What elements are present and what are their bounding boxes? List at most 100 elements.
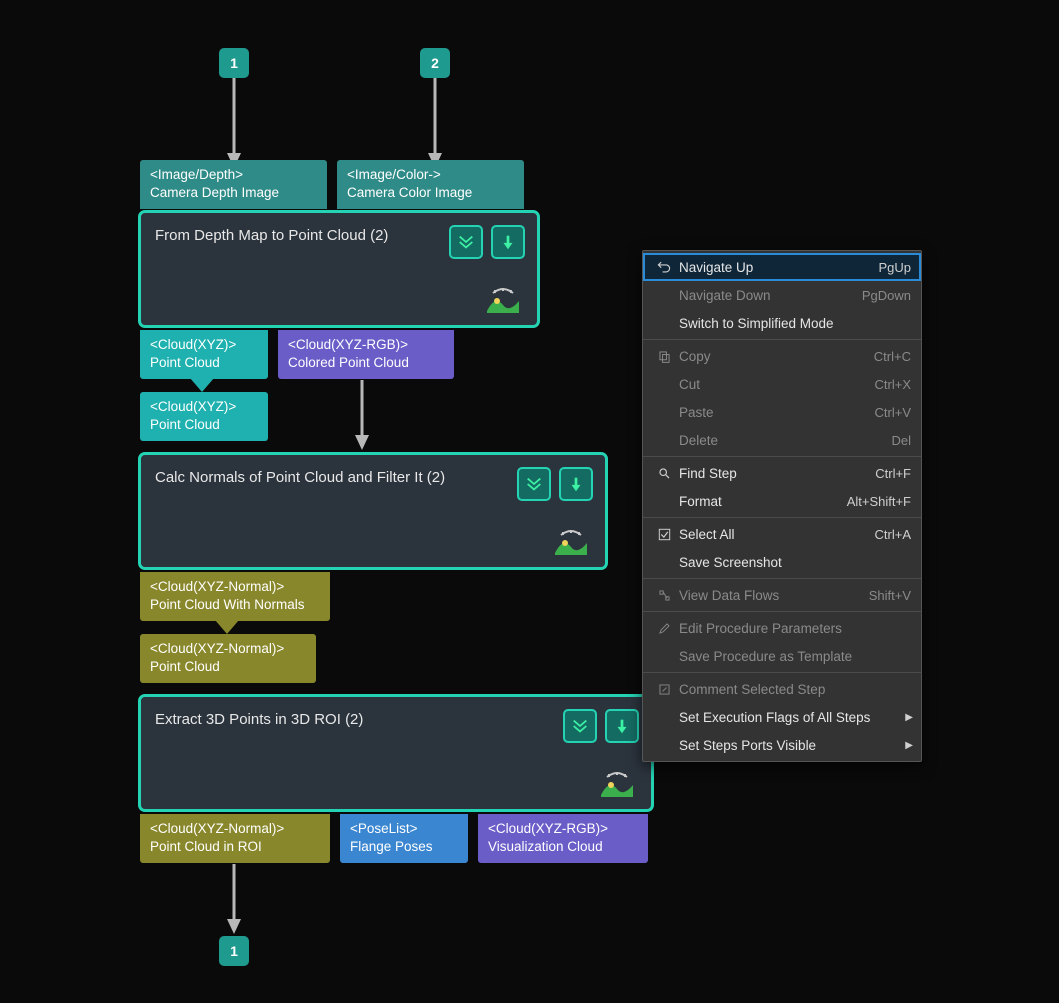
action-expand-icon[interactable] xyxy=(517,467,551,501)
context-menu[interactable]: Navigate UpPgUpNavigate DownPgDownSwitch… xyxy=(642,250,922,762)
port-type: <Cloud(XYZ-Normal)> xyxy=(150,578,320,596)
step-calc-normals[interactable]: Calc Normals of Point Cloud and Filter I… xyxy=(138,452,608,570)
output-port-flange-poses[interactable]: <PoseList> Flange Poses xyxy=(340,814,468,863)
menu-item-label: Switch to Simplified Mode xyxy=(675,316,911,331)
menu-item-label: Navigate Down xyxy=(675,288,862,303)
port-type: <PoseList> xyxy=(350,820,458,838)
menu-item-label: Find Step xyxy=(675,466,875,481)
input-port-depth-image[interactable]: <Image/Depth> Camera Depth Image xyxy=(140,160,327,209)
menu-item-label: Cut xyxy=(675,377,875,392)
action-expand-icon[interactable] xyxy=(563,709,597,743)
preview-icon xyxy=(483,287,523,317)
menu-item-shortcut: Ctrl+V xyxy=(875,405,911,420)
graph-output-1[interactable]: 1 xyxy=(219,936,249,966)
port-name: Point Cloud in ROI xyxy=(150,838,320,856)
port-type: <Cloud(XYZ-RGB)> xyxy=(288,336,444,354)
menu-separator xyxy=(643,611,921,612)
menu-item-paste: PasteCtrl+V xyxy=(643,398,921,426)
edit-icon xyxy=(653,683,675,696)
port-name: Visualization Cloud xyxy=(488,838,638,856)
connector-notch xyxy=(215,620,239,634)
port-type: <Cloud(XYZ)> xyxy=(150,336,258,354)
port-name: Point Cloud xyxy=(150,658,306,676)
graph-input-2[interactable]: 2 xyxy=(420,48,450,78)
graph-output-label: 1 xyxy=(230,943,238,959)
port-type: <Image/Color-> xyxy=(347,166,514,184)
port-name: Camera Color Image xyxy=(347,184,514,202)
menu-item-label: Comment Selected Step xyxy=(675,682,911,697)
input-port-point-cloud-normals[interactable]: <Cloud(XYZ-Normal)> Point Cloud xyxy=(140,634,316,683)
menu-item-find-step[interactable]: Find StepCtrl+F xyxy=(643,459,921,487)
graph-input-label: 2 xyxy=(431,55,439,71)
menu-separator xyxy=(643,578,921,579)
menu-item-navigate-up[interactable]: Navigate UpPgUp xyxy=(643,253,921,281)
port-type: <Cloud(XYZ-RGB)> xyxy=(488,820,638,838)
submenu-arrow-icon: ▶ xyxy=(905,712,913,723)
menu-item-cut: CutCtrl+X xyxy=(643,370,921,398)
node-graph-canvas[interactable]: 1 2 <Image/Depth> Camera Depth Image <Im… xyxy=(0,0,1059,1003)
submenu-arrow-icon: ▶ xyxy=(905,740,913,751)
input-port-point-cloud[interactable]: <Cloud(XYZ)> Point Cloud xyxy=(140,392,268,441)
port-name: Colored Point Cloud xyxy=(288,354,444,372)
menu-item-label: Paste xyxy=(675,405,875,420)
menu-item-shortcut: Ctrl+C xyxy=(874,349,911,364)
menu-item-label: Select All xyxy=(675,527,875,542)
output-port-colored-point-cloud[interactable]: <Cloud(XYZ-RGB)> Colored Point Cloud xyxy=(278,330,454,379)
menu-separator xyxy=(643,517,921,518)
menu-item-edit-procedure-parameters: Edit Procedure Parameters xyxy=(643,614,921,642)
menu-item-shortcut: PgUp xyxy=(878,260,911,275)
check-icon xyxy=(653,528,675,541)
output-port-point-cloud-in-roi[interactable]: <Cloud(XYZ-Normal)> Point Cloud in ROI xyxy=(140,814,330,863)
action-down-icon[interactable] xyxy=(605,709,639,743)
pencil-icon xyxy=(653,622,675,635)
menu-item-label: Navigate Up xyxy=(675,260,878,275)
menu-separator xyxy=(643,339,921,340)
menu-item-navigate-down: Navigate DownPgDown xyxy=(643,281,921,309)
menu-item-shortcut: Shift+V xyxy=(869,588,911,603)
port-name: Point Cloud xyxy=(150,354,258,372)
menu-item-select-all[interactable]: Select AllCtrl+A xyxy=(643,520,921,548)
menu-item-shortcut: Ctrl+F xyxy=(875,466,911,481)
menu-item-label: Save Screenshot xyxy=(675,555,911,570)
menu-item-shortcut: Ctrl+X xyxy=(875,377,911,392)
menu-item-label: Delete xyxy=(675,433,891,448)
menu-item-set-steps-ports-visible[interactable]: Set Steps Ports Visible▶ xyxy=(643,731,921,759)
action-expand-icon[interactable] xyxy=(449,225,483,259)
menu-item-label: Copy xyxy=(675,349,874,364)
menu-item-delete: DeleteDel xyxy=(643,426,921,454)
menu-item-label: Set Execution Flags of All Steps xyxy=(675,710,911,725)
port-name: Flange Poses xyxy=(350,838,458,856)
step-extract-3d-points-roi[interactable]: Extract 3D Points in 3D ROI (2) xyxy=(138,694,654,812)
menu-item-shortcut: Alt+Shift+F xyxy=(847,494,911,509)
action-down-icon[interactable] xyxy=(559,467,593,501)
menu-item-copy: CopyCtrl+C xyxy=(643,342,921,370)
menu-item-label: Edit Procedure Parameters xyxy=(675,621,911,636)
menu-item-format[interactable]: FormatAlt+Shift+F xyxy=(643,487,921,515)
flow-icon xyxy=(653,589,675,602)
port-name: Camera Depth Image xyxy=(150,184,317,202)
menu-item-save-screenshot[interactable]: Save Screenshot xyxy=(643,548,921,576)
menu-item-label: Set Steps Ports Visible xyxy=(675,738,911,753)
output-port-visualization-cloud[interactable]: <Cloud(XYZ-RGB)> Visualization Cloud xyxy=(478,814,648,863)
menu-item-switch-to-simplified-mode[interactable]: Switch to Simplified Mode xyxy=(643,309,921,337)
menu-item-shortcut: Ctrl+A xyxy=(875,527,911,542)
connector-notch xyxy=(190,378,214,392)
copy-icon xyxy=(653,350,675,363)
port-name: Point Cloud xyxy=(150,416,258,434)
preview-icon xyxy=(597,771,637,801)
graph-input-1[interactable]: 1 xyxy=(219,48,249,78)
menu-item-view-data-flows: View Data FlowsShift+V xyxy=(643,581,921,609)
menu-item-label: Save Procedure as Template xyxy=(675,649,911,664)
menu-item-set-execution-flags-of-all-steps[interactable]: Set Execution Flags of All Steps▶ xyxy=(643,703,921,731)
port-name: Point Cloud With Normals xyxy=(150,596,320,614)
port-type: <Cloud(XYZ)> xyxy=(150,398,258,416)
output-port-point-cloud[interactable]: <Cloud(XYZ)> Point Cloud xyxy=(140,330,268,379)
port-type: <Image/Depth> xyxy=(150,166,317,184)
menu-separator xyxy=(643,456,921,457)
action-down-icon[interactable] xyxy=(491,225,525,259)
port-type: <Cloud(XYZ-Normal)> xyxy=(150,640,306,658)
menu-separator xyxy=(643,672,921,673)
input-port-color-image[interactable]: <Image/Color-> Camera Color Image xyxy=(337,160,524,209)
step-from-depth-map-to-point-cloud[interactable]: From Depth Map to Point Cloud (2) xyxy=(138,210,540,328)
output-port-point-cloud-with-normals[interactable]: <Cloud(XYZ-Normal)> Point Cloud With Nor… xyxy=(140,572,330,621)
